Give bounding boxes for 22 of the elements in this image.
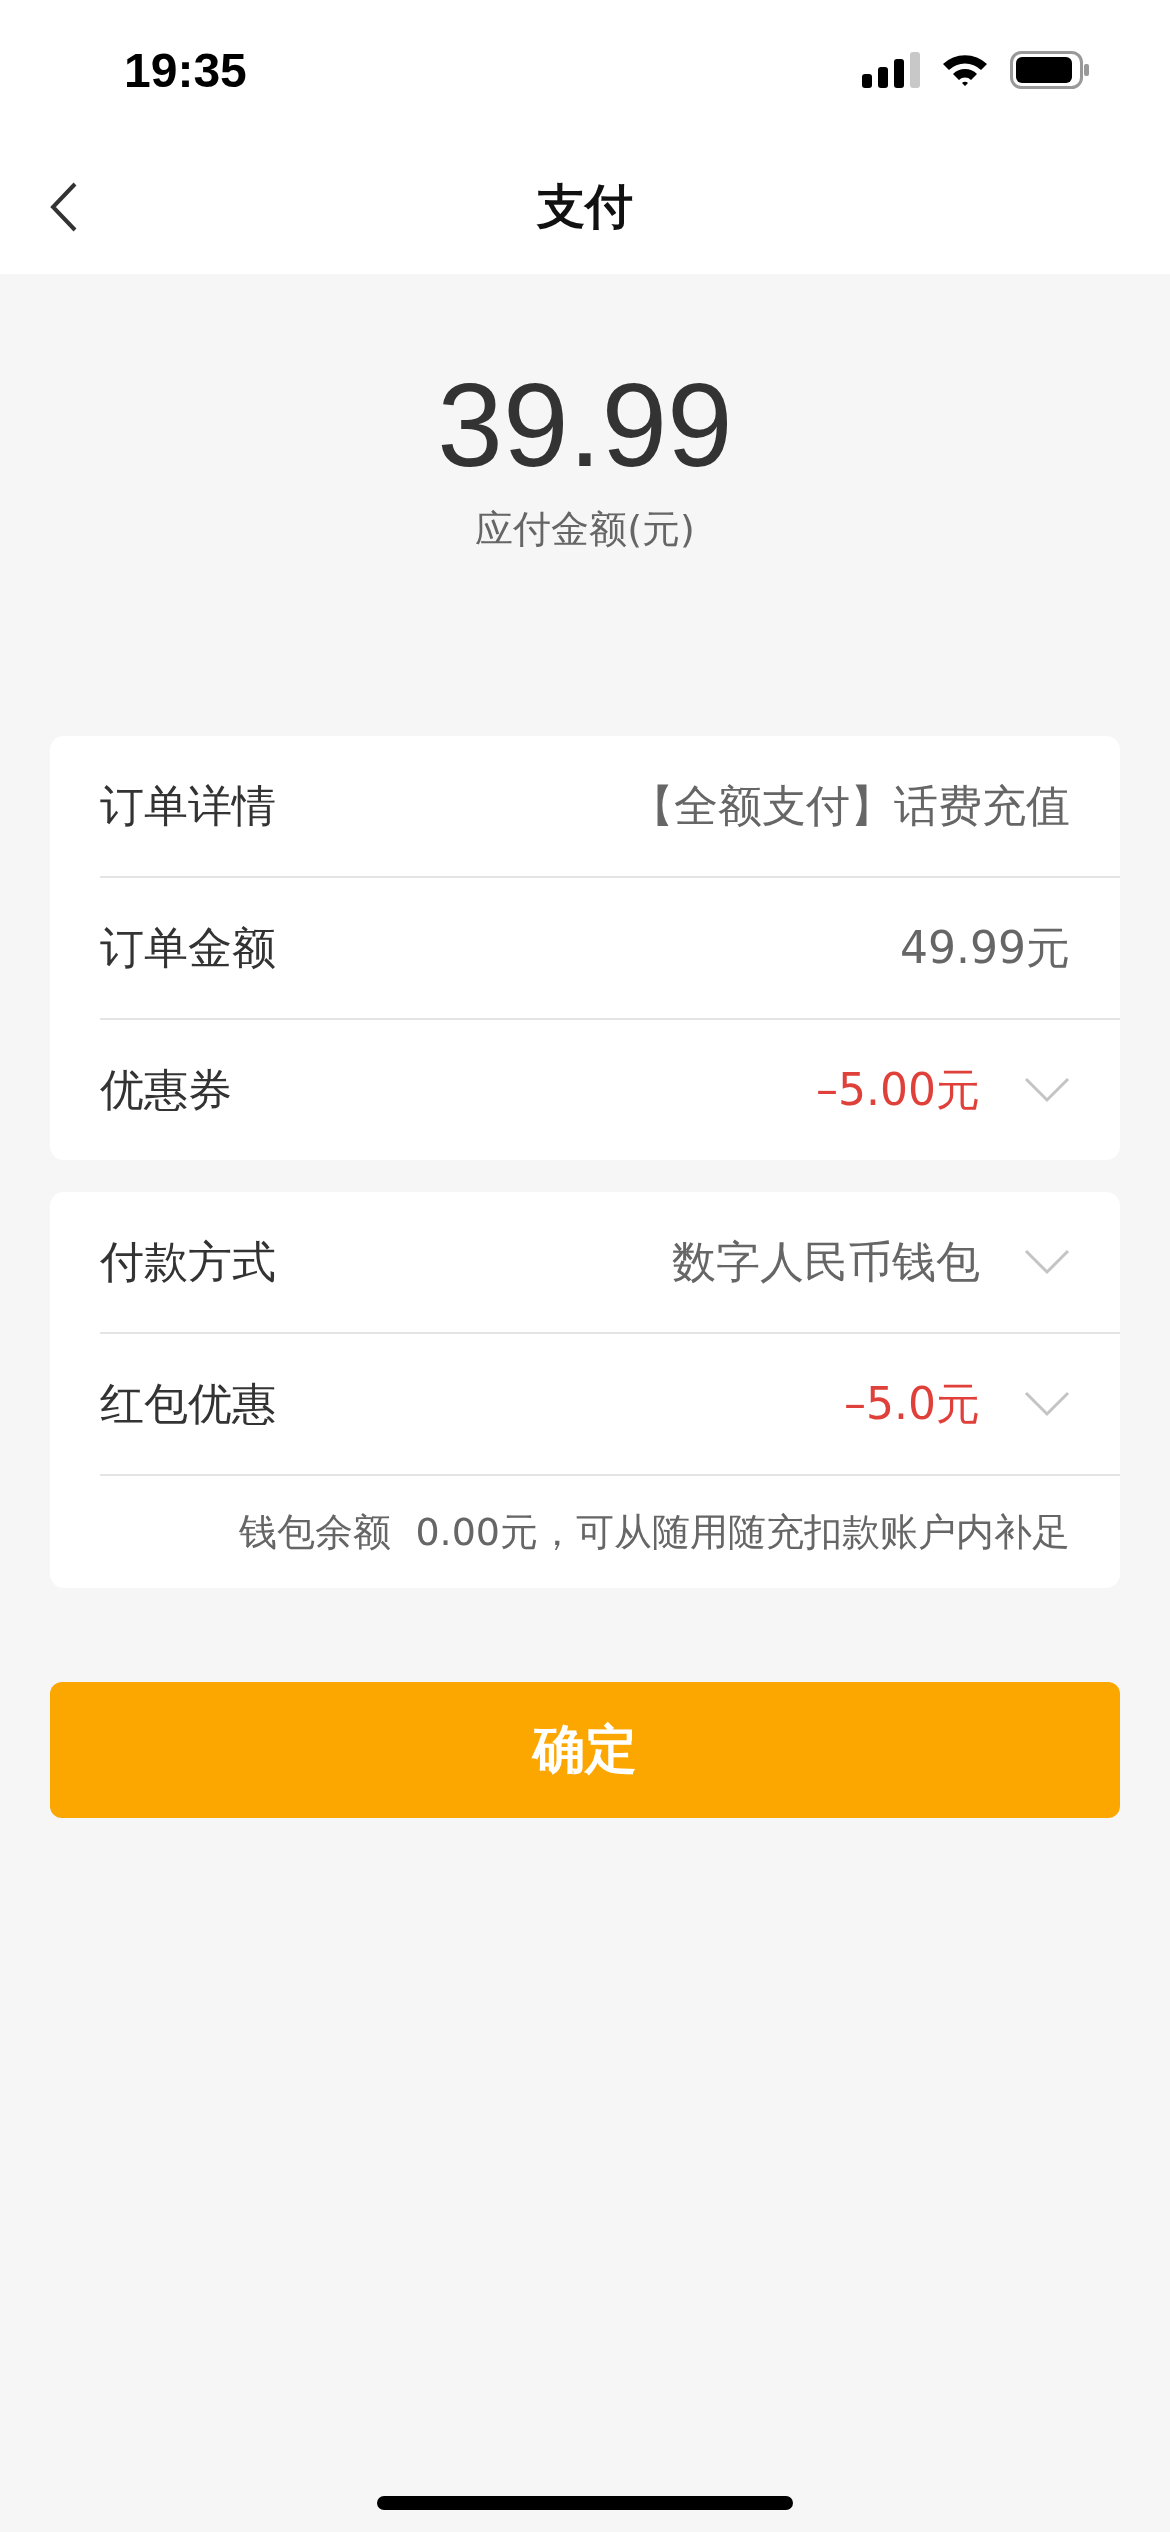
row-value: 数字人民币钱包 (672, 1234, 980, 1289)
amount-label: 应付金额(元) (475, 506, 695, 553)
row-value: –5.0元 (844, 1376, 980, 1431)
back-icon[interactable] (50, 182, 78, 232)
wallet-note: 钱包余额 0.00元，可从随用随充扣款账户内补足 (239, 1508, 1070, 1556)
row-value: –5.00元 (816, 1062, 980, 1117)
status-time: 19:35 (124, 42, 247, 98)
chevron-down-icon[interactable] (1024, 1391, 1070, 1417)
signal-icon (862, 52, 920, 88)
amount-value: 39.99 (437, 366, 733, 484)
row-value: 49.99元 (900, 920, 1070, 975)
row-label: 订单详情 (100, 778, 277, 833)
chevron-down-icon[interactable] (1024, 1249, 1070, 1275)
chevron-down-icon[interactable] (1024, 1077, 1070, 1103)
row-label: 优惠券 (100, 1062, 233, 1117)
confirm-button[interactable]: 确定 (50, 1682, 1120, 1818)
row-label: 订单金额 (100, 920, 277, 975)
row-value: 【全额支付】话费充值 (630, 778, 1070, 833)
row-label: 红包优惠 (100, 1376, 277, 1431)
row-label: 付款方式 (100, 1234, 277, 1289)
page-title: 支付 (537, 177, 633, 236)
battery-icon (1010, 51, 1090, 89)
